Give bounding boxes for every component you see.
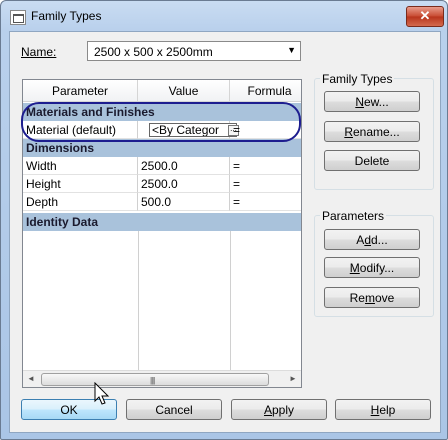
delete-button[interactable]: Delete (324, 150, 420, 171)
modify-button[interactable]: Modify... (324, 257, 420, 278)
grip-icon: |||| (150, 376, 155, 385)
group-dimensions[interactable]: Dimensions (23, 139, 301, 157)
param-name: Depth (23, 193, 138, 211)
param-formula[interactable]: = (230, 121, 301, 139)
column-header-formula[interactable]: Formula (230, 80, 301, 102)
param-value[interactable]: 2500.0 (138, 157, 230, 175)
param-formula[interactable]: = (230, 193, 301, 211)
dialog-body: Name: 2500 x 500 x 2500mm ▼ Parameter Va… (9, 31, 441, 433)
window-title: Family Types (31, 9, 102, 23)
app-icon (10, 10, 26, 25)
name-dropdown-value: 2500 x 500 x 2500mm (94, 45, 213, 59)
horizontal-scrollbar[interactable]: ◄ |||| ► (23, 370, 301, 387)
param-name: Height (23, 175, 138, 193)
family-types-dialog: Family Types ✕ Name: 2500 x 500 x 2500mm… (0, 0, 448, 440)
group-materials-and-finishes[interactable]: Materials and Finishes (23, 103, 301, 121)
mouse-pointer-icon (94, 382, 110, 405)
table-header: Parameter Value Formula (23, 80, 301, 102)
add-button[interactable]: Add... (324, 229, 420, 250)
table-row[interactable]: Width 2500.0 = (23, 157, 301, 175)
param-name: Material (default) (23, 121, 138, 139)
table-row[interactable]: Height 2500.0 = (23, 175, 301, 193)
apply-button[interactable]: Apply (231, 399, 327, 420)
chevron-down-icon[interactable]: ▼ (287, 45, 296, 55)
cancel-button[interactable]: Cancel (126, 399, 222, 420)
remove-button[interactable]: Remove (324, 287, 420, 308)
name-label: Name: (21, 45, 57, 59)
new-button[interactable]: New... (324, 91, 420, 112)
column-divider (230, 231, 231, 371)
param-value[interactable]: 500.0 (138, 193, 230, 211)
group-identity-data[interactable]: Identity Data (23, 213, 301, 231)
param-formula[interactable]: = (230, 175, 301, 193)
rename-button[interactable]: Rename... (324, 121, 420, 142)
column-header-value[interactable]: Value (138, 80, 230, 102)
parameters-legend: Parameters (320, 209, 387, 223)
scroll-thumb[interactable]: |||| (41, 373, 269, 386)
help-button[interactable]: Help (335, 399, 431, 420)
family-types-legend: Family Types (320, 72, 395, 86)
title-bar[interactable]: Family Types ✕ (1, 1, 447, 31)
param-name: Width (23, 157, 138, 175)
name-dropdown[interactable]: 2500 x 500 x 2500mm ▼ (87, 41, 301, 61)
parameters-table: Parameter Value Formula Materials and Fi… (22, 79, 302, 388)
material-value-input[interactable]: <By Categor (149, 123, 237, 137)
param-value[interactable]: 2500.0 (138, 175, 230, 193)
close-icon[interactable]: ✕ (406, 6, 444, 27)
table-row[interactable]: Depth 500.0 = (23, 193, 301, 211)
param-formula[interactable]: = (230, 157, 301, 175)
column-divider (138, 231, 139, 371)
column-header-parameter[interactable]: Parameter (23, 80, 138, 102)
scroll-left-icon[interactable]: ◄ (25, 373, 37, 385)
scroll-right-icon[interactable]: ► (287, 373, 299, 385)
table-row[interactable]: Material (default) <By Categor ... = (23, 121, 301, 139)
